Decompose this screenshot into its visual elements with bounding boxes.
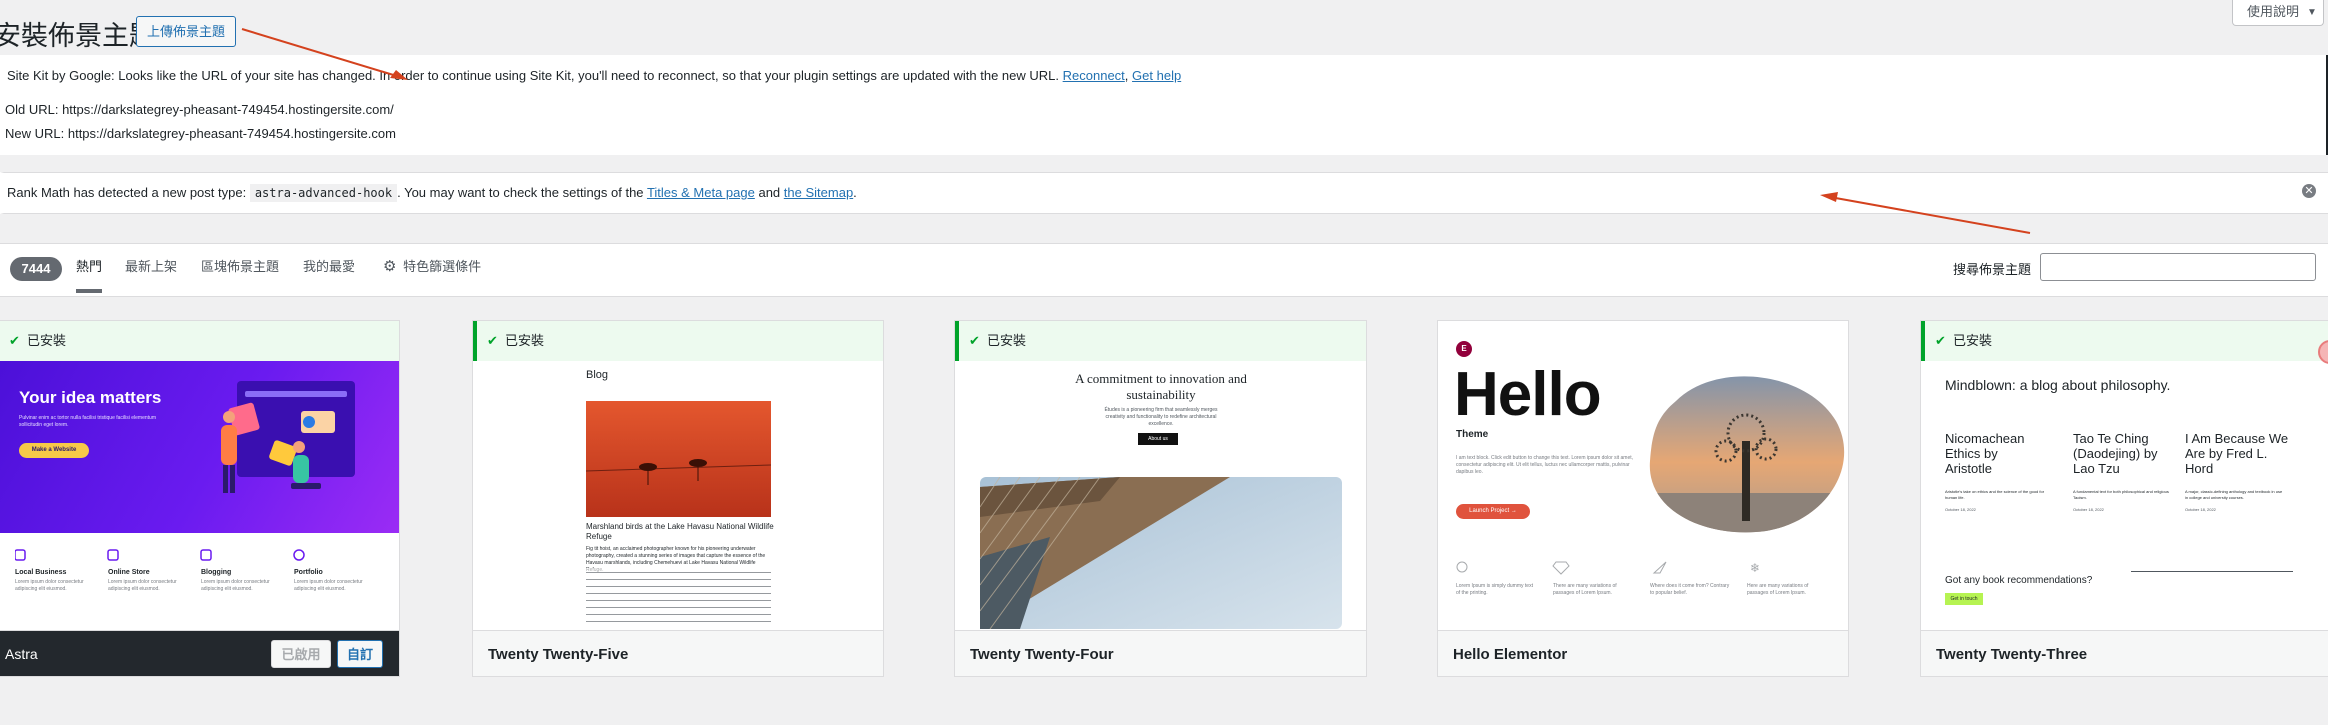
- preview-blog-title: Blog: [586, 369, 609, 381]
- installed-banner: ✔ 已安裝: [955, 321, 1366, 361]
- annotation-arrow-1: [241, 28, 401, 78]
- feature-filter-button[interactable]: ⚙ 特色篩選條件: [383, 258, 481, 276]
- installed-banner: ✔ 已安裝: [1921, 321, 2328, 361]
- post-date-1: October 18, 2022: [1945, 507, 1976, 512]
- feature-title-3: Blogging: [201, 569, 232, 576]
- preview-headline: Mindblown: a blog about philosophy.: [1945, 377, 2171, 393]
- post-date-3: October 18, 2022: [2185, 507, 2216, 512]
- feature-text-3: Where does it come from? Contrary to pop…: [1650, 583, 1730, 596]
- tab-favorites[interactable]: 我的最愛: [303, 258, 355, 276]
- theme-card-hello-elementor[interactable]: E Hello Theme I am text block. Click edi…: [1437, 320, 1849, 677]
- installed-label: 已安裝: [987, 333, 1027, 348]
- post-title-2: Tao Te Ching (Daodejing) by Lao Tzu: [2073, 431, 2158, 476]
- installed-banner: ✔ 已安裝: [0, 321, 399, 361]
- preview-body-lines: [586, 568, 771, 628]
- theme-name-bar: Twenty Twenty-Four: [955, 630, 1366, 676]
- theme-name-bar: Twenty Twenty-Five: [473, 630, 883, 676]
- checkmark-icon: ✔: [487, 333, 498, 348]
- installed-label: 已安裝: [505, 333, 545, 348]
- feature-title-2: Online Store: [108, 569, 150, 576]
- theme-screenshot: Mindblown: a blog about philosophy. Nico…: [1921, 361, 2328, 629]
- theme-name: Hello Elementor: [1453, 646, 1568, 663]
- theme-card-twentytwentyfive[interactable]: ✔ 已安裝 Blog Marshland birds at the Lake H…: [472, 320, 884, 677]
- tab-latest[interactable]: 最新上架: [125, 258, 177, 276]
- preview-question: Got any book recommendations?: [1945, 575, 2093, 586]
- feature-filter-label: 特色篩選條件: [403, 259, 482, 274]
- activated-button: 已啟用: [271, 640, 331, 668]
- theme-card-twentytwentyfour[interactable]: ✔ 已安裝 A commitment to innovation and sus…: [954, 320, 1367, 677]
- preview-cta: Make a Website: [19, 443, 89, 458]
- feature-text-1: Lorem ipsum dolor consectetur adipiscing…: [15, 579, 84, 592]
- preview-caption: Marshland birds at the Lake Havasu Natio…: [586, 522, 774, 541]
- post-date-2: October 18, 2022: [2073, 507, 2104, 512]
- theme-screenshot: Blog Marshland birds at the Lake Havasu …: [473, 361, 883, 629]
- preview-button: Get in touch: [1945, 593, 1983, 605]
- customize-button[interactable]: 自訂: [337, 640, 383, 668]
- preview-theme-label: Theme: [1456, 429, 1489, 440]
- search-themes-input[interactable]: [2040, 253, 2316, 281]
- feature-title-4: Portfolio: [294, 569, 323, 576]
- post-excerpt-1: Aristotle's take on ethics and the scien…: [1945, 489, 2045, 500]
- post-title-1: Nicomachean Ethics by Aristotle: [1945, 431, 2025, 476]
- feature-text-4: Here are many variations of passages of …: [1747, 583, 1809, 596]
- installed-banner: ✔ 已安裝: [473, 321, 883, 361]
- post-excerpt-3: A major, classic-defining anthology and …: [2185, 489, 2283, 500]
- theme-name: Twenty Twenty-Three: [1936, 646, 2088, 663]
- theme-name-bar: Twenty Twenty-Three: [1921, 630, 2328, 676]
- search-themes-label: 搜尋佈景主題: [1953, 262, 2032, 277]
- installed-label: 已安裝: [27, 333, 67, 348]
- theme-count-badge: 7444: [10, 257, 62, 281]
- preview-body: I am text block. Click edit button to ch…: [1456, 455, 1634, 475]
- architecture-image: [980, 477, 1342, 629]
- preview-subtext: Pulvinar enim ac tortor nulla facilisi t…: [19, 415, 156, 428]
- feature-text-1: Lorem Ipsum is simply dummy text of the …: [1456, 583, 1533, 596]
- preview-headline: Your idea matters: [19, 388, 162, 407]
- gear-icon: ⚙: [383, 258, 397, 275]
- feature-text-2: There are many variations of passages of…: [1553, 583, 1617, 596]
- feature-text-2: Lorem ipsum dolor consectetur adipiscing…: [108, 579, 177, 592]
- theme-name: Astra: [5, 646, 38, 662]
- feature-text-3: Lorem ipsum dolor consectetur adipiscing…: [201, 579, 270, 592]
- checkmark-icon: ✔: [969, 333, 980, 348]
- theme-name: Twenty Twenty-Five: [488, 646, 629, 663]
- preview-sub: Études is a pioneering firm that seamles…: [1104, 407, 1218, 427]
- annotation-arrow-2: [1829, 196, 2031, 234]
- annotation-arrowhead-2: [1820, 192, 1838, 202]
- feature-icons: [15, 549, 305, 561]
- post-excerpt-2: A fundamental text for both philosophica…: [2073, 489, 2169, 500]
- theme-screenshot: Your idea matters Pulvinar enim ac torto…: [0, 361, 399, 629]
- checkmark-icon: ✔: [9, 333, 20, 348]
- feature-title-1: Local Business: [15, 569, 67, 576]
- birds-image: [586, 401, 771, 517]
- preview-cta: Launch Project →: [1456, 504, 1530, 519]
- theme-card-astra[interactable]: ✔ 已安裝 Your idea matters Pulvinar enim ac…: [0, 320, 400, 677]
- preview-heading: A commitment to innovation and sustainab…: [1075, 371, 1247, 402]
- theme-card-twentytwentythree[interactable]: ✔ 已安裝 Mindblown: a blog about philosophy…: [1920, 320, 2328, 677]
- svg-text:❄: ❄: [1750, 561, 1760, 575]
- checkmark-icon: ✔: [1935, 333, 1946, 348]
- divider-line: [2131, 571, 2293, 572]
- feature-text-4: Lorem ipsum dolor consectetur adipiscing…: [294, 579, 363, 592]
- tab-block-themes[interactable]: 區塊佈景主題: [201, 258, 279, 276]
- tab-popular[interactable]: 熱門: [76, 258, 102, 276]
- theme-name: Twenty Twenty-Four: [970, 646, 1114, 663]
- theme-name-bar: Hello Elementor: [1438, 630, 1848, 676]
- cactus-image: [1649, 376, 1845, 533]
- elementor-logo-icon: E: [1456, 341, 1472, 357]
- theme-screenshot: E Hello Theme I am text block. Click edi…: [1438, 321, 1848, 629]
- theme-screenshot: A commitment to innovation and sustainab…: [955, 361, 1366, 629]
- illustration-image: [221, 381, 355, 493]
- annotation-arrowhead-1: [390, 70, 408, 80]
- theme-name-bar: Astra 已啟用 自訂: [0, 630, 399, 676]
- post-title-3: I Am Because We Are by Fred L. Hord: [2185, 431, 2289, 476]
- preview-hello: Hello: [1454, 360, 1602, 429]
- current-tab-indicator: [76, 289, 102, 293]
- preview-button: About us: [1138, 433, 1178, 445]
- feature-icons: ❄: [1456, 561, 1760, 575]
- installed-label: 已安裝: [1953, 333, 1993, 348]
